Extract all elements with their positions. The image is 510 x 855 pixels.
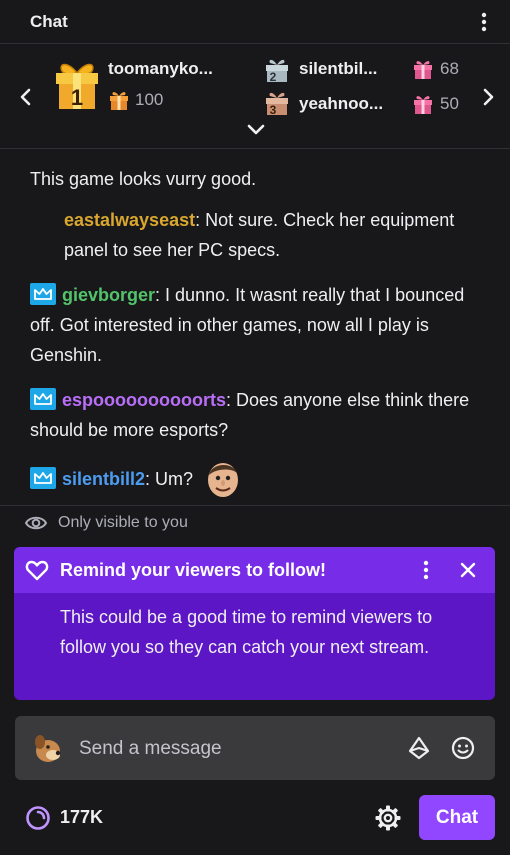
chat-message: eastalwayseast: Not sure. Check her equi…: [64, 210, 455, 260]
follow-reminder-card: Remind your viewers to follow! This coul…: [14, 547, 495, 700]
rank-two-label: 2: [270, 70, 277, 83]
bronze-gift-icon: 3: [266, 92, 288, 116]
chevron-down-icon[interactable]: [245, 121, 267, 139]
dog-avatar-icon[interactable]: [31, 732, 63, 764]
chat-message: gievborger: I dunno. It wasnt really tha…: [30, 283, 465, 365]
silver-gift-icon: 2: [266, 59, 288, 83]
channel-points-icon[interactable]: [25, 805, 51, 831]
chat-message: silentbill2: Um?: [30, 459, 490, 499]
chat-message-text: Um?: [155, 469, 194, 489]
chat-message-partial: This game looks vurry good.: [30, 150, 256, 194]
rank-one-label: 1: [71, 85, 83, 110]
chat-message-input[interactable]: [77, 730, 391, 768]
partial-message-text: This game looks vurry good.: [30, 169, 257, 189]
follow-reminder-header: Remind your viewers to follow!: [14, 547, 495, 593]
chevron-right-icon[interactable]: [478, 85, 498, 109]
gift-icon: [414, 61, 432, 79]
chat-message-list: This game looks vurry good. eastalwaysea…: [0, 150, 510, 505]
gear-icon[interactable]: [374, 804, 402, 832]
gold-gift-icon: 1: [56, 63, 98, 110]
gift-leaderboard: 1 toomanyko... 100 2 silentbil... 68 3 y…: [0, 45, 510, 149]
third-gift-count: 50: [440, 94, 459, 113]
chat-username[interactable]: eastalwayseast: [64, 210, 195, 230]
first-gifter-name[interactable]: toomanyko...: [108, 59, 213, 79]
chat-username[interactable]: silentbill2: [62, 469, 145, 489]
chat-header: Chat: [0, 0, 510, 44]
bits-icon[interactable]: [407, 736, 431, 760]
chat-input-box: [15, 716, 495, 780]
rank-three-label: 3: [270, 103, 277, 116]
emote-picker-icon[interactable]: [451, 736, 475, 760]
first-gift-count: 100: [135, 90, 164, 109]
visibility-notice: Only visible to you: [0, 505, 510, 541]
chevron-left-icon[interactable]: [16, 85, 36, 109]
gift-icon: [110, 92, 128, 110]
chat-panel: Chat 1 toomanyko... 100 2 silentbil... 6…: [0, 0, 510, 855]
second-gifter-name[interactable]: silentbil...: [299, 59, 377, 79]
crown-badge-icon[interactable]: [30, 388, 56, 410]
chat-title: Chat: [30, 12, 68, 31]
follow-reminder-body: This could be a good time to remind view…: [60, 607, 433, 657]
chat-username[interactable]: espoooooooooorts: [62, 390, 226, 410]
visibility-notice-text: Only visible to you: [58, 514, 188, 531]
follow-reminder-title: Remind your viewers to follow!: [60, 560, 327, 580]
third-gifter-name[interactable]: yeahnoo...: [299, 94, 383, 114]
heart-icon: [25, 560, 49, 581]
vertical-dots-icon[interactable]: [474, 10, 494, 34]
face-emote-icon[interactable]: [199, 459, 245, 499]
channel-points-count[interactable]: 177K: [60, 807, 103, 828]
second-gift-count: 68: [440, 59, 459, 78]
close-icon[interactable]: [458, 560, 478, 580]
gift-icon: [414, 96, 432, 114]
chat-message: espoooooooooorts: Does anyone else think…: [30, 388, 470, 440]
send-chat-button[interactable]: Chat: [419, 795, 495, 840]
eye-icon: [24, 516, 48, 530]
chat-username[interactable]: gievborger: [62, 285, 155, 305]
crown-badge-icon[interactable]: [30, 467, 56, 489]
crown-badge-icon[interactable]: [30, 283, 56, 305]
vertical-dots-icon[interactable]: [416, 558, 436, 582]
